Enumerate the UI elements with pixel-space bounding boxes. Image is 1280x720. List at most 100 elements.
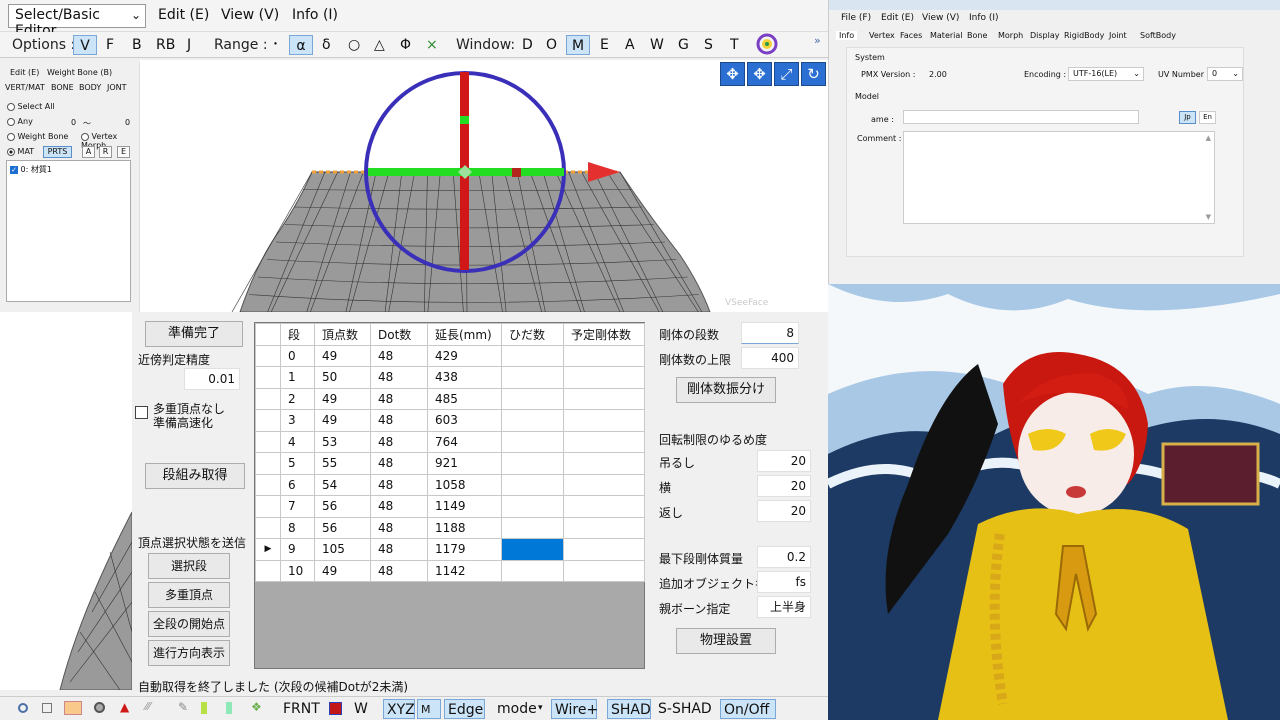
row-header[interactable] [255,387,281,410]
table-cell[interactable] [563,430,645,453]
xyz-button[interactable]: XYZ [383,699,415,719]
table-cell[interactable] [563,366,645,389]
table-cell[interactable] [501,344,564,367]
table-cell[interactable] [501,387,564,410]
row-header[interactable] [255,516,281,539]
range-cross[interactable]: × [422,35,442,55]
s-shad-button[interactable]: S-SHAD [655,699,715,719]
table-cell[interactable] [563,473,645,496]
tab-morph[interactable]: Morph [998,31,1023,40]
table-cell[interactable]: 438 [427,366,502,389]
option-j[interactable]: J [183,35,195,55]
select-row-button[interactable]: 選択段 [148,553,230,579]
extra-object-input[interactable]: fs [757,571,811,593]
en-button[interactable]: En [1199,111,1216,124]
table-cell[interactable] [563,538,645,561]
approx-input[interactable]: 0.01 [184,368,240,390]
col-header[interactable]: 予定剛体数 [563,323,645,346]
table-row[interactable]: 7 56 48 1149 [255,495,645,518]
table-cell[interactable] [501,452,564,475]
table-row[interactable]: 8 56 48 1188 [255,516,645,539]
table-row[interactable]: 2 49 48 485 [255,387,645,410]
table-cell[interactable] [501,409,564,432]
table-cell[interactable]: 8 [280,516,315,539]
table-cell[interactable] [501,473,564,496]
material-list[interactable]: ✓ 0: 材質1 [6,160,131,302]
all-start-button[interactable]: 全段の開始点 [148,611,230,637]
wire-plus-button[interactable]: Wire+ [551,699,598,719]
col-header[interactable]: 段 [280,323,315,346]
table-cell[interactable]: 48 [370,516,428,539]
table-cell[interactable]: 48 [370,538,428,561]
teal-bar-icon[interactable] [226,702,232,714]
menu-view[interactable]: View (V) [221,7,279,23]
window-a[interactable]: A [621,35,639,55]
table-cell[interactable]: 48 [370,430,428,453]
range-alpha[interactable]: α [289,35,313,55]
material-item[interactable]: ✓ 0: 材質1 [10,164,130,175]
tab-faces[interactable]: Faces [900,31,922,40]
table-cell[interactable]: 55 [314,452,371,475]
table-cell[interactable]: 5 [280,452,315,475]
e-button[interactable]: E [117,146,130,158]
window-d[interactable]: D [518,35,537,55]
table-cell[interactable] [501,516,564,539]
tab-display[interactable]: Display [1030,31,1060,40]
table-cell[interactable]: 1188 [427,516,502,539]
table-cell[interactable]: 429 [427,344,502,367]
option-b[interactable]: B [128,35,146,55]
table-cell[interactable] [563,516,645,539]
jp-button[interactable]: Jp [1179,111,1196,124]
table-cell[interactable]: 485 [427,387,502,410]
info-menu-info[interactable]: Info (I) [969,13,999,23]
col-header[interactable]: ひだ数 [501,323,564,346]
option-rb[interactable]: RB [152,35,179,55]
table-cell[interactable]: 56 [314,516,371,539]
radio-mat[interactable]: MAT [7,147,34,156]
model-name-input[interactable] [903,110,1139,124]
table-cell[interactable] [563,409,645,432]
physics-setup-button[interactable]: 物理設置 [676,628,776,654]
menu-edit[interactable]: Edit (E) [158,7,209,23]
range-point[interactable]: ･ [268,35,283,55]
green-bar-icon[interactable] [201,702,207,714]
row-header[interactable] [255,366,281,389]
range-delta[interactable]: δ [318,35,335,55]
scroll-up-icon[interactable]: ▲ [1206,134,1211,142]
table-cell[interactable]: 1149 [427,495,502,518]
table-cell[interactable]: 48 [370,559,428,582]
menu-info[interactable]: Info (I) [292,7,338,23]
cluster-icon[interactable]: ❖ [251,700,262,714]
front-view-button[interactable]: FRNT [280,699,323,719]
table-cell[interactable]: 0 [280,344,315,367]
wire-icon[interactable]: ⁄⁄⁄ [145,700,151,713]
row-header[interactable] [255,409,281,432]
sphere-icon[interactable] [94,702,105,713]
window-m[interactable]: M [566,35,590,55]
grid-view-icon[interactable] [64,701,82,715]
tab-material[interactable]: Material [930,31,963,40]
table-cell[interactable]: 50 [314,366,371,389]
tab-bone[interactable]: Bone [967,31,987,40]
range-phi[interactable]: Φ [396,35,415,55]
table-cell[interactable]: 54 [314,473,371,496]
col-header[interactable]: Dot数 [370,323,428,346]
table-cell[interactable] [563,452,645,475]
tab-vertex[interactable]: Vertex [869,31,895,40]
side-input[interactable]: 20 [757,475,811,497]
radio-weight-bone[interactable]: Weight Bone [7,132,68,141]
range-circle[interactable]: ○ [344,35,364,55]
option-f[interactable]: F [102,35,118,55]
scroll-down-icon[interactable]: ▼ [1206,213,1211,221]
zoom-view-icon[interactable]: ⤢ [774,62,799,86]
table-cell[interactable]: 105 [314,538,371,561]
row-header[interactable] [255,559,281,582]
w-button[interactable]: W [351,699,371,719]
triangle-icon[interactable]: ▲ [120,700,129,714]
table-cell[interactable] [501,559,564,582]
color-wheel-icon[interactable] [756,33,778,58]
col-header[interactable]: 延長(mm) [427,323,502,346]
tab-softbody[interactable]: SoftBody [1140,31,1176,40]
table-row[interactable]: 10 49 48 1142 [255,559,645,582]
hang-input[interactable]: 20 [757,450,811,472]
